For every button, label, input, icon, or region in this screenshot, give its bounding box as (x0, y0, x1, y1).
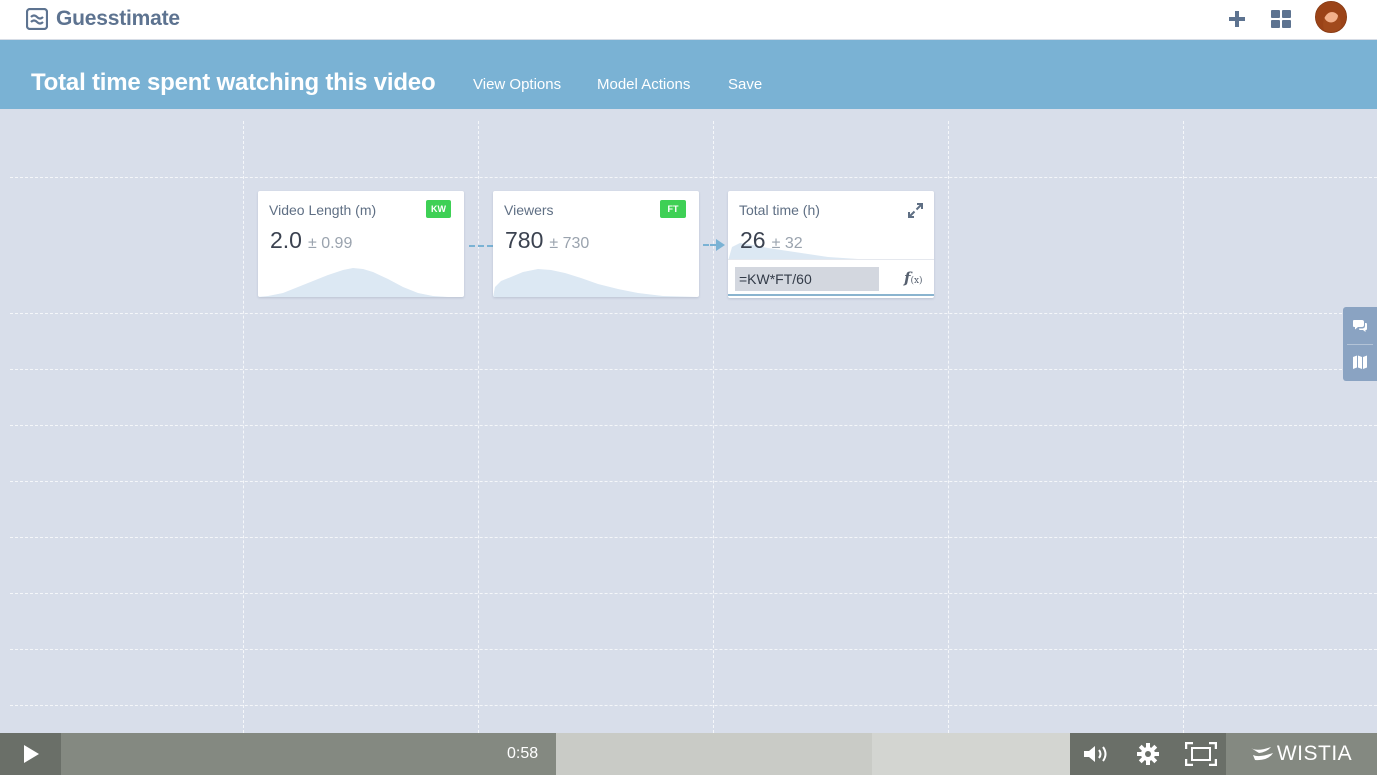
gear-icon (1137, 743, 1159, 765)
formula-input[interactable] (735, 267, 879, 291)
fullscreen-button[interactable] (1180, 733, 1222, 775)
expand-icon[interactable] (907, 202, 924, 219)
grid-line (10, 481, 1377, 482)
grid-line (1183, 121, 1184, 733)
distribution-histogram (493, 269, 699, 297)
grid-line (10, 177, 1377, 178)
app-name: Guesstimate (56, 7, 180, 30)
grid-line (478, 121, 479, 733)
volume-icon (1084, 746, 1107, 762)
video-controls: 0:58 WISTIA (0, 733, 1377, 775)
metric-value: 2.0 ± 0.99 (270, 227, 352, 254)
user-avatar[interactable] (1315, 1, 1347, 33)
plus-icon (1229, 11, 1245, 27)
metric-name: Viewers (504, 202, 554, 218)
metric-card-total-time[interactable]: Total time (h) 26 ± 32 f(x) (728, 191, 934, 298)
metric-name: Video Length (m) (269, 202, 377, 218)
settings-button[interactable] (1130, 733, 1166, 775)
current-time: 0:58 (507, 745, 539, 762)
side-toolbar (1343, 307, 1377, 381)
grid-line (10, 705, 1377, 706)
metric-uncertainty: ± 730 (549, 235, 590, 252)
progress-buffered[interactable] (556, 733, 872, 775)
chat-icon[interactable] (1352, 317, 1368, 333)
grid-line (243, 121, 244, 733)
metric-uncertainty: ± 32 (771, 235, 803, 252)
save-button[interactable]: Save (728, 76, 762, 93)
wistia-wordmark: WISTIA (1276, 742, 1353, 765)
play-button[interactable] (0, 733, 61, 775)
metric-mean: 26 (740, 227, 766, 253)
grid-line (10, 593, 1377, 594)
metric-card-video-length[interactable]: Video Length (m) KW 2.0 ± 0.99 (258, 191, 464, 297)
grid-line (10, 425, 1377, 426)
models-grid-button[interactable] (1268, 6, 1294, 32)
metric-value: 26 ± 32 (740, 227, 803, 254)
app-logo[interactable]: Guesstimate (26, 6, 180, 32)
metric-tag: KW (426, 200, 451, 218)
dependency-arrow-head (716, 239, 725, 251)
play-icon (23, 745, 39, 763)
view-options-menu[interactable]: View Options (473, 76, 561, 93)
model-actions-menu[interactable]: Model Actions (597, 76, 690, 93)
metric-mean: 780 (505, 227, 544, 253)
wistia-logo-icon (1250, 747, 1273, 761)
distribution-histogram (258, 268, 448, 297)
volume-button[interactable] (1077, 733, 1115, 775)
metric-uncertainty: ± 0.99 (307, 235, 353, 252)
grid-line (10, 649, 1377, 650)
formula-editor: f(x) (728, 259, 934, 296)
metric-tag: FT (660, 200, 686, 218)
grid-line (713, 121, 714, 733)
fullscreen-icon (1185, 742, 1217, 766)
grid-line (10, 537, 1377, 538)
guesstimate-logo-icon (26, 8, 48, 30)
grid-line (948, 121, 949, 733)
metric-name: Total time (h) (739, 202, 820, 218)
grid-icon (1271, 10, 1291, 28)
fx-icon[interactable]: f(x) (904, 269, 923, 287)
grid-line (10, 313, 1377, 314)
progress-played[interactable] (61, 733, 556, 775)
top-bar: Guesstimate (0, 0, 1377, 40)
grid-line (10, 369, 1377, 370)
metric-mean: 2.0 (270, 227, 302, 253)
dependency-arrow (469, 245, 493, 247)
wistia-branding[interactable]: WISTIA (1226, 733, 1377, 775)
metric-value: 780 ± 730 (505, 227, 589, 254)
model-canvas[interactable]: Video Length (m) KW 2.0 ± 0.99 Viewers FT… (0, 109, 1377, 733)
model-title[interactable]: Total time spent watching this video (31, 69, 436, 97)
progress-remaining[interactable] (872, 733, 1070, 775)
metric-card-viewers[interactable]: Viewers FT 780 ± 730 (493, 191, 699, 297)
new-model-button[interactable] (1224, 6, 1250, 32)
model-header: Total time spent watching this video Vie… (0, 40, 1377, 109)
map-icon[interactable] (1352, 354, 1368, 370)
